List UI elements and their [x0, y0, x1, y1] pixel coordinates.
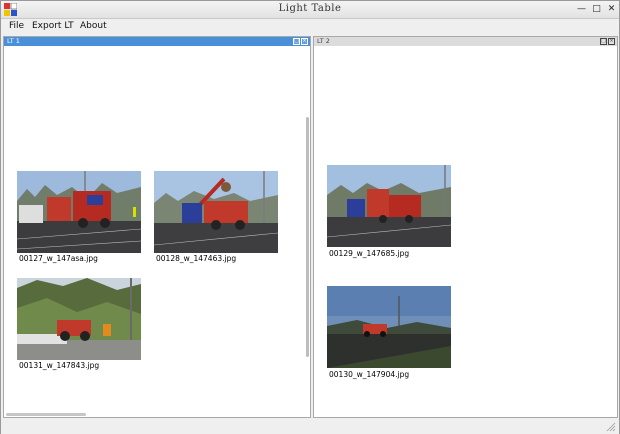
thumbnail-harvest-2[interactable]	[327, 165, 451, 247]
image-caption: 00127_w_147asa.jpg	[19, 254, 98, 263]
image-caption: 00131_w_147843.jpg	[19, 361, 100, 370]
image-caption: 00128_w_147463.jpg	[156, 254, 237, 263]
status-bar	[1, 419, 619, 434]
vertical-scrollbar[interactable]	[306, 117, 309, 357]
window-title: Light Table	[278, 3, 342, 14]
close-icon[interactable]: ✕	[605, 3, 618, 16]
pane-2-close-icon[interactable]: ×	[608, 38, 615, 45]
pane-1-title: LT 1	[7, 37, 20, 45]
minimize-icon[interactable]: —	[575, 3, 588, 16]
menu-bar: File Export LT About	[1, 19, 619, 35]
resize-grip-icon[interactable]	[606, 422, 616, 432]
app-window: Light Table — □ ✕ File Export LT About L…	[0, 0, 620, 434]
horizontal-scrollbar[interactable]	[6, 413, 86, 416]
thumbnail-crane[interactable]	[154, 171, 278, 253]
light-table-pane-1[interactable]: LT 1 □ × 00127_w_147asa.jpg 00128_w_1474…	[3, 36, 311, 418]
menu-about[interactable]: About	[80, 20, 107, 33]
light-table-pane-2[interactable]: LT 2 □ × 00129_w_147685.jpg 00130_w_1479…	[313, 36, 618, 418]
maximize-icon[interactable]: □	[590, 3, 603, 16]
thumbnail-dusk[interactable]	[327, 286, 451, 368]
image-caption: 00130_w_147904.jpg	[329, 370, 410, 379]
thumbnail-trees[interactable]	[17, 278, 141, 360]
image-caption: 00129_w_147685.jpg	[329, 249, 410, 258]
pane-2-header[interactable]: LT 2 □ ×	[314, 37, 617, 46]
pane-2-float-icon[interactable]: □	[600, 38, 607, 45]
pane-1-header[interactable]: LT 1 □ ×	[4, 37, 310, 46]
menu-export-lt[interactable]: Export LT	[32, 20, 74, 33]
pane-2-title: LT 2	[317, 37, 330, 45]
title-bar[interactable]: Light Table — □ ✕	[1, 1, 619, 19]
thumbnail-harvest-1[interactable]	[17, 171, 141, 253]
menu-file[interactable]: File	[9, 20, 24, 33]
pane-1-close-icon[interactable]: ×	[301, 38, 308, 45]
pane-1-float-icon[interactable]: □	[293, 38, 300, 45]
